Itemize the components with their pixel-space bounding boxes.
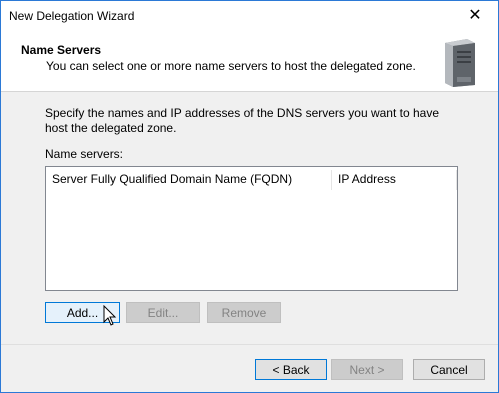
next-button[interactable]: Next >: [331, 359, 403, 380]
title-bar: New Delegation Wizard ✕: [1, 1, 498, 31]
name-servers-label: Name servers:: [45, 147, 124, 161]
close-icon[interactable]: ✕: [452, 1, 498, 31]
window-title: New Delegation Wizard: [9, 9, 135, 23]
edit-button[interactable]: Edit...: [126, 302, 200, 323]
page-title: Name Servers: [21, 43, 102, 57]
cancel-button[interactable]: Cancel: [413, 359, 485, 380]
back-button[interactable]: < Back: [255, 359, 327, 380]
mouse-pointer-icon: [103, 305, 117, 326]
remove-button[interactable]: Remove: [207, 302, 281, 323]
column-header-ip[interactable]: IP Address: [338, 167, 448, 191]
intro-text: Specify the names and IP addresses of th…: [45, 106, 439, 135]
page-subtitle: You can select one or more name servers …: [46, 59, 416, 73]
column-divider[interactable]: [331, 170, 332, 190]
column-header-fqdn[interactable]: Server Fully Qualified Domain Name (FQDN…: [52, 167, 332, 191]
name-servers-list[interactable]: Server Fully Qualified Domain Name (FQDN…: [45, 166, 458, 291]
wizard-window: New Delegation Wizard ✕ Name Servers You…: [0, 0, 499, 393]
server-icon: [445, 39, 475, 87]
wizard-header: Name Servers You can select one or more …: [1, 31, 498, 92]
column-divider[interactable]: [456, 170, 457, 190]
footer-divider: [1, 344, 498, 345]
